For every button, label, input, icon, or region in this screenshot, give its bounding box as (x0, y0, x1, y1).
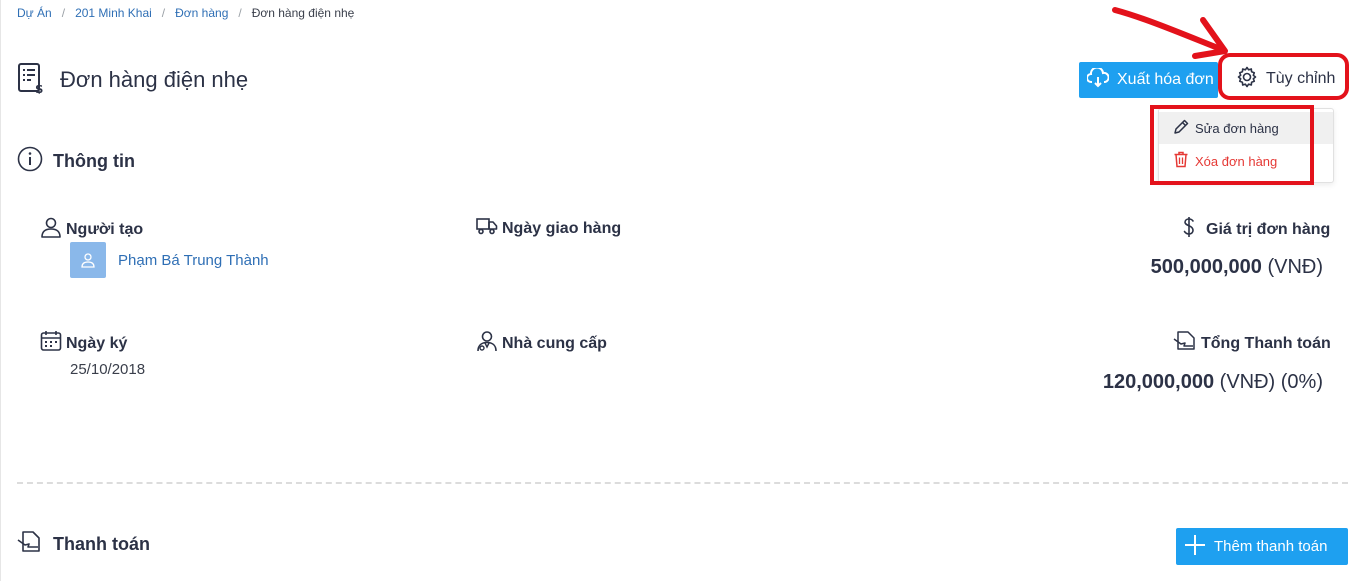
add-payment-button[interactable]: Thêm thanh toán (1176, 528, 1348, 565)
creator-field-label: Người tạo (40, 216, 143, 243)
page-header: $ Đơn hàng điện nhẹ (17, 60, 248, 100)
delivery-date-label-text: Ngày giao hàng (502, 219, 622, 237)
total-payment-field-label: Tổng Thanh toán (1173, 330, 1331, 357)
page-title: Đơn hàng điện nhẹ (60, 67, 249, 92)
annotation-box (1150, 105, 1314, 185)
breadcrumb-link-orders[interactable]: Đơn hàng (175, 6, 228, 20)
supplier-person-icon (476, 330, 498, 357)
hand-payment-icon (1173, 330, 1197, 357)
supplier-field-label: Nhà cung cấp (476, 330, 607, 357)
supplier-label-text: Nhà cung cấp (502, 334, 607, 352)
calendar-icon (40, 330, 62, 357)
order-value: 500,000,000 (VNĐ) (1151, 256, 1323, 279)
avatar (70, 242, 106, 278)
export-invoice-label: Xuất hóa đơn (1117, 71, 1214, 88)
info-circle-icon (17, 146, 43, 177)
total-payment-unit: (VNĐ) (0%) (1219, 371, 1323, 393)
breadcrumb: Dự Án / 201 Minh Khai / Đơn hàng / Đơn h… (17, 6, 354, 20)
order-value-amount: 500,000,000 (1150, 256, 1262, 278)
truck-icon (476, 216, 498, 241)
breadcrumb-current: Đơn hàng điện nhẹ (251, 6, 355, 20)
breadcrumb-separator: / (238, 6, 242, 20)
total-payment-amount: 120,000,000 (1102, 371, 1215, 393)
delivery-date-field-label: Ngày giao hàng (476, 216, 621, 241)
user-icon (40, 216, 62, 243)
dollar-icon (1182, 216, 1196, 243)
plus-icon (1184, 534, 1206, 560)
annotation-ring (1218, 53, 1349, 100)
section-divider (17, 482, 1348, 484)
cloud-download-icon (1086, 66, 1110, 93)
breadcrumb-separator: / (61, 6, 66, 20)
order-value-unit: (VNĐ) (1267, 256, 1323, 278)
invoice-list-icon: $ (17, 62, 45, 99)
info-section-label: Thông tin (53, 151, 135, 171)
payment-section-label: Thanh toán (53, 534, 150, 554)
payment-section-title: Thanh toán (17, 530, 150, 559)
annotation-arrow (1112, 7, 1228, 59)
total-payment-value: 120,000,000 (VNĐ) (0%) (1103, 371, 1323, 394)
breadcrumb-link-site[interactable]: 201 Minh Khai (75, 6, 152, 20)
creator-name-link[interactable]: Phạm Bá Trung Thành (118, 252, 269, 269)
creator-info: Phạm Bá Trung Thành (70, 242, 269, 278)
info-section-title: Thông tin (17, 146, 135, 177)
avatar-user-icon (81, 253, 95, 268)
signed-date-field-label: Ngày ký (40, 330, 127, 357)
order-value-label-text: Giá trị đơn hàng (1206, 220, 1331, 238)
signed-date-label-text: Ngày ký (66, 334, 128, 352)
creator-label-text: Người tạo (66, 220, 144, 238)
add-payment-label: Thêm thanh toán (1214, 538, 1328, 555)
breadcrumb-link-project[interactable]: Dự Án (17, 6, 52, 20)
total-payment-label-text: Tổng Thanh toán (1201, 334, 1331, 352)
payment-hand-icon (17, 530, 43, 559)
svg-text:$: $ (35, 82, 43, 94)
breadcrumb-separator: / (161, 6, 166, 20)
export-invoice-button[interactable]: Xuất hóa đơn (1079, 62, 1218, 98)
order-value-field-label: Giá trị đơn hàng (1182, 216, 1330, 243)
signed-date-value: 25/10/2018 (70, 361, 146, 378)
